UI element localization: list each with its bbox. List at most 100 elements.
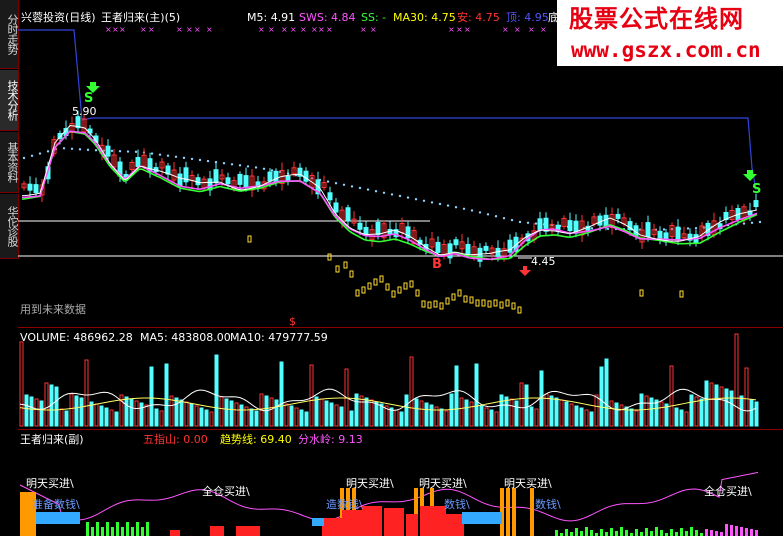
dotted-ma-point [382, 191, 386, 194]
dotted-ma-point [526, 221, 530, 224]
cyan-block [312, 518, 324, 526]
future-data-box [335, 265, 340, 273]
volume-bar [409, 356, 414, 427]
marker-x: × [290, 25, 297, 34]
marker-x: × [360, 25, 367, 34]
red-block [236, 526, 260, 536]
future-data-box [433, 300, 438, 308]
dotted-ma-point [230, 163, 234, 166]
candle-body [303, 170, 309, 182]
volume-bar [484, 407, 489, 427]
dotted-ma-point [390, 193, 394, 196]
volume-bar [699, 398, 704, 427]
dotted-ma-point [134, 150, 138, 154]
volume-bar [144, 404, 149, 427]
dotted-ma-point [110, 149, 114, 153]
signal-label: 明天买进\ [26, 477, 74, 490]
cyan-block [462, 512, 502, 524]
mini-bar [610, 528, 613, 536]
volume-bar [154, 408, 159, 427]
candle-body [753, 200, 759, 208]
volume-bar [584, 409, 589, 427]
dotted-ma-point [126, 150, 130, 153]
volume-bar [619, 404, 624, 427]
mini-bar [86, 522, 89, 536]
readout-ma30: MA30: 4.75 [393, 11, 456, 24]
volume-bar [319, 398, 324, 427]
dotted-ma-point [406, 196, 410, 199]
dotted-ma-point [206, 159, 210, 163]
volume-bar [254, 410, 259, 427]
future-data-box [457, 289, 462, 297]
down-arrow-icon [743, 170, 757, 181]
mini-bar [680, 528, 683, 536]
marker-x: × [281, 25, 288, 34]
red-block [170, 530, 180, 536]
volume-bar [269, 397, 274, 427]
volume-bar [444, 410, 449, 427]
volume-bar [454, 365, 459, 427]
dotted-ma-point [334, 182, 338, 185]
dotted-ma-point [438, 202, 442, 206]
mini-bar [625, 530, 628, 536]
future-data-box [385, 283, 390, 291]
volume-bar [339, 406, 344, 427]
readout-ss: SS: - [361, 11, 387, 24]
mini-bar [590, 530, 593, 536]
dotted-ma-point [158, 153, 162, 156]
volume-bar [549, 395, 554, 427]
dotted-ma-point [510, 218, 514, 222]
marker-x: × [194, 25, 201, 34]
indicator-name: 王者归来(主)(5) [101, 11, 181, 24]
volume-bar [249, 408, 254, 427]
dotted-ma-point [94, 149, 98, 152]
volume-bar [164, 363, 169, 427]
volume-bar [174, 397, 179, 427]
marker-x: × [140, 25, 147, 34]
volume-bar [519, 382, 524, 427]
marker-x: × [206, 25, 213, 34]
dotted-ma-point [478, 211, 482, 214]
future-data-box [679, 290, 684, 298]
marker-x: × [268, 25, 275, 34]
up-arrow-icon [519, 266, 531, 276]
signal-label: 准备数钱\ [32, 498, 80, 511]
volume-bar [369, 399, 374, 427]
mini-bar [141, 527, 144, 536]
candle-body [237, 173, 243, 185]
volume-bar [514, 400, 519, 427]
volume-bar [234, 402, 239, 427]
dotted-ma-point [662, 228, 666, 231]
volume-bar [734, 333, 739, 427]
dotted-ma-point [174, 155, 178, 158]
high-price-label: 5.90 [72, 105, 97, 118]
dotted-ma-point [742, 222, 746, 225]
mini-bar [685, 531, 688, 536]
mini-bar [740, 527, 743, 536]
volume-bar [574, 405, 579, 427]
dotted-ma-point [46, 150, 50, 153]
future-data-box [499, 301, 504, 309]
volume-bar [609, 400, 614, 427]
red-block [446, 514, 464, 536]
volume-bar [374, 401, 379, 427]
volume-bar [749, 399, 754, 427]
dotted-ma-point [694, 226, 698, 230]
future-data-box [349, 270, 354, 278]
future-data-box [355, 289, 360, 297]
volume-bar [654, 399, 659, 427]
dotted-ma-point [254, 166, 258, 169]
signal-label: 造 [326, 498, 337, 511]
chart-canvas[interactable]: × × × × × × × × × × × × × × × × × × × × × × × × × × [0, 0, 783, 536]
mini-bar [745, 528, 748, 536]
volume-bar [754, 401, 759, 427]
volume-bar [459, 397, 464, 427]
mini-bar [705, 529, 708, 536]
volume-bar [424, 402, 429, 427]
signal-label: 明天买进\ [504, 477, 552, 490]
signal-bar [530, 488, 534, 536]
volume-bar [554, 397, 559, 427]
future-data-box [397, 286, 402, 294]
dotted-ma-point [22, 156, 26, 160]
candle-body [675, 226, 681, 241]
